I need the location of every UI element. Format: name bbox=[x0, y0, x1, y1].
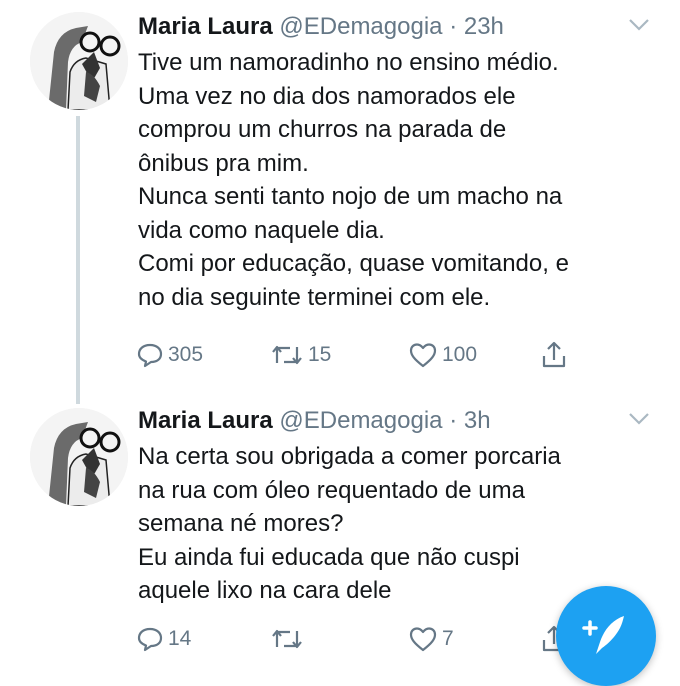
tweet-text-line: Na certa sou obrigada a comer porcaria bbox=[138, 443, 561, 470]
like-count: 7 bbox=[442, 627, 454, 650]
heart-icon bbox=[409, 343, 437, 368]
tweet-actions: 305 15 100 bbox=[136, 338, 586, 372]
like-count: 100 bbox=[442, 343, 478, 366]
like-button[interactable]: 100 bbox=[408, 338, 477, 372]
thread-connector bbox=[76, 116, 80, 404]
tweet-text-line: vida como naquele dia. bbox=[138, 216, 385, 244]
tweet-text-line: semana né mores? bbox=[138, 510, 344, 537]
tweet-text-line: ônibus pra mim. bbox=[138, 149, 309, 177]
tweet[interactable]: Maria Laura @EDemagogia · 23h Tive um na… bbox=[0, 0, 680, 404]
share-icon bbox=[542, 341, 566, 368]
retweet-button[interactable]: 15 bbox=[270, 338, 331, 372]
reply-icon bbox=[137, 627, 163, 652]
timestamp[interactable]: 3h bbox=[464, 407, 491, 434]
tweet-text-line: Uma vez no dia dos namorados ele bbox=[138, 82, 516, 110]
tweet-text-line: no dia seguinte terminei com ele. bbox=[138, 283, 491, 311]
chevron-down-icon[interactable] bbox=[628, 412, 650, 426]
reply-button[interactable]: 305 bbox=[136, 338, 203, 372]
tweet-header: Maria Laura @EDemagogia · 3h bbox=[138, 406, 491, 436]
tweet-text-line: Comi por educação, quase vomitando, e bbox=[138, 250, 569, 277]
separator-dot: · bbox=[449, 13, 458, 40]
compose-tweet-icon bbox=[582, 616, 624, 654]
timestamp[interactable]: 23h bbox=[464, 13, 504, 40]
tweet-actions: 14 7 bbox=[136, 622, 586, 656]
like-button[interactable]: 7 bbox=[408, 622, 454, 656]
retweet-count: 15 bbox=[308, 343, 332, 366]
separator-dot: · bbox=[449, 407, 458, 434]
reply-count: 14 bbox=[168, 627, 192, 650]
avatar[interactable] bbox=[30, 12, 128, 110]
reply-button[interactable]: 14 bbox=[136, 622, 191, 656]
tweet-text-line: Tive um namoradinho no ensino médio. bbox=[138, 49, 559, 76]
tweet-text-line: Nunca senti tanto nojo de um macho na bbox=[138, 183, 563, 210]
author-handle[interactable]: @EDemagogia bbox=[279, 13, 442, 40]
reply-count: 305 bbox=[168, 343, 204, 366]
chevron-down-icon[interactable] bbox=[628, 18, 650, 32]
tweet-text-line: Eu ainda fui educada que não cuspi bbox=[138, 543, 520, 571]
reply-icon bbox=[137, 343, 163, 368]
retweet-icon bbox=[272, 345, 302, 365]
compose-tweet-button[interactable] bbox=[556, 586, 656, 686]
retweet-icon bbox=[272, 629, 302, 649]
retweet-button[interactable] bbox=[270, 622, 308, 656]
heart-icon bbox=[409, 627, 437, 652]
tweet-text: Tive um namoradinho no ensino médio. Uma… bbox=[138, 46, 658, 314]
tweet-text-line: comprou um churros na parada de bbox=[138, 116, 507, 143]
author-name[interactable]: Maria Laura bbox=[138, 407, 273, 434]
avatar-illustration bbox=[30, 408, 128, 506]
tweet-text: Na certa sou obrigada a comer porcaria n… bbox=[138, 440, 658, 608]
author-name[interactable]: Maria Laura bbox=[138, 13, 273, 40]
tweet-header: Maria Laura @EDemagogia · 23h bbox=[138, 12, 504, 42]
avatar[interactable] bbox=[30, 408, 128, 506]
tweet-text-line: na rua com óleo requentado de uma bbox=[138, 476, 525, 504]
avatar-illustration bbox=[30, 12, 128, 110]
author-handle[interactable]: @EDemagogia bbox=[279, 407, 442, 434]
share-button[interactable] bbox=[540, 338, 568, 372]
